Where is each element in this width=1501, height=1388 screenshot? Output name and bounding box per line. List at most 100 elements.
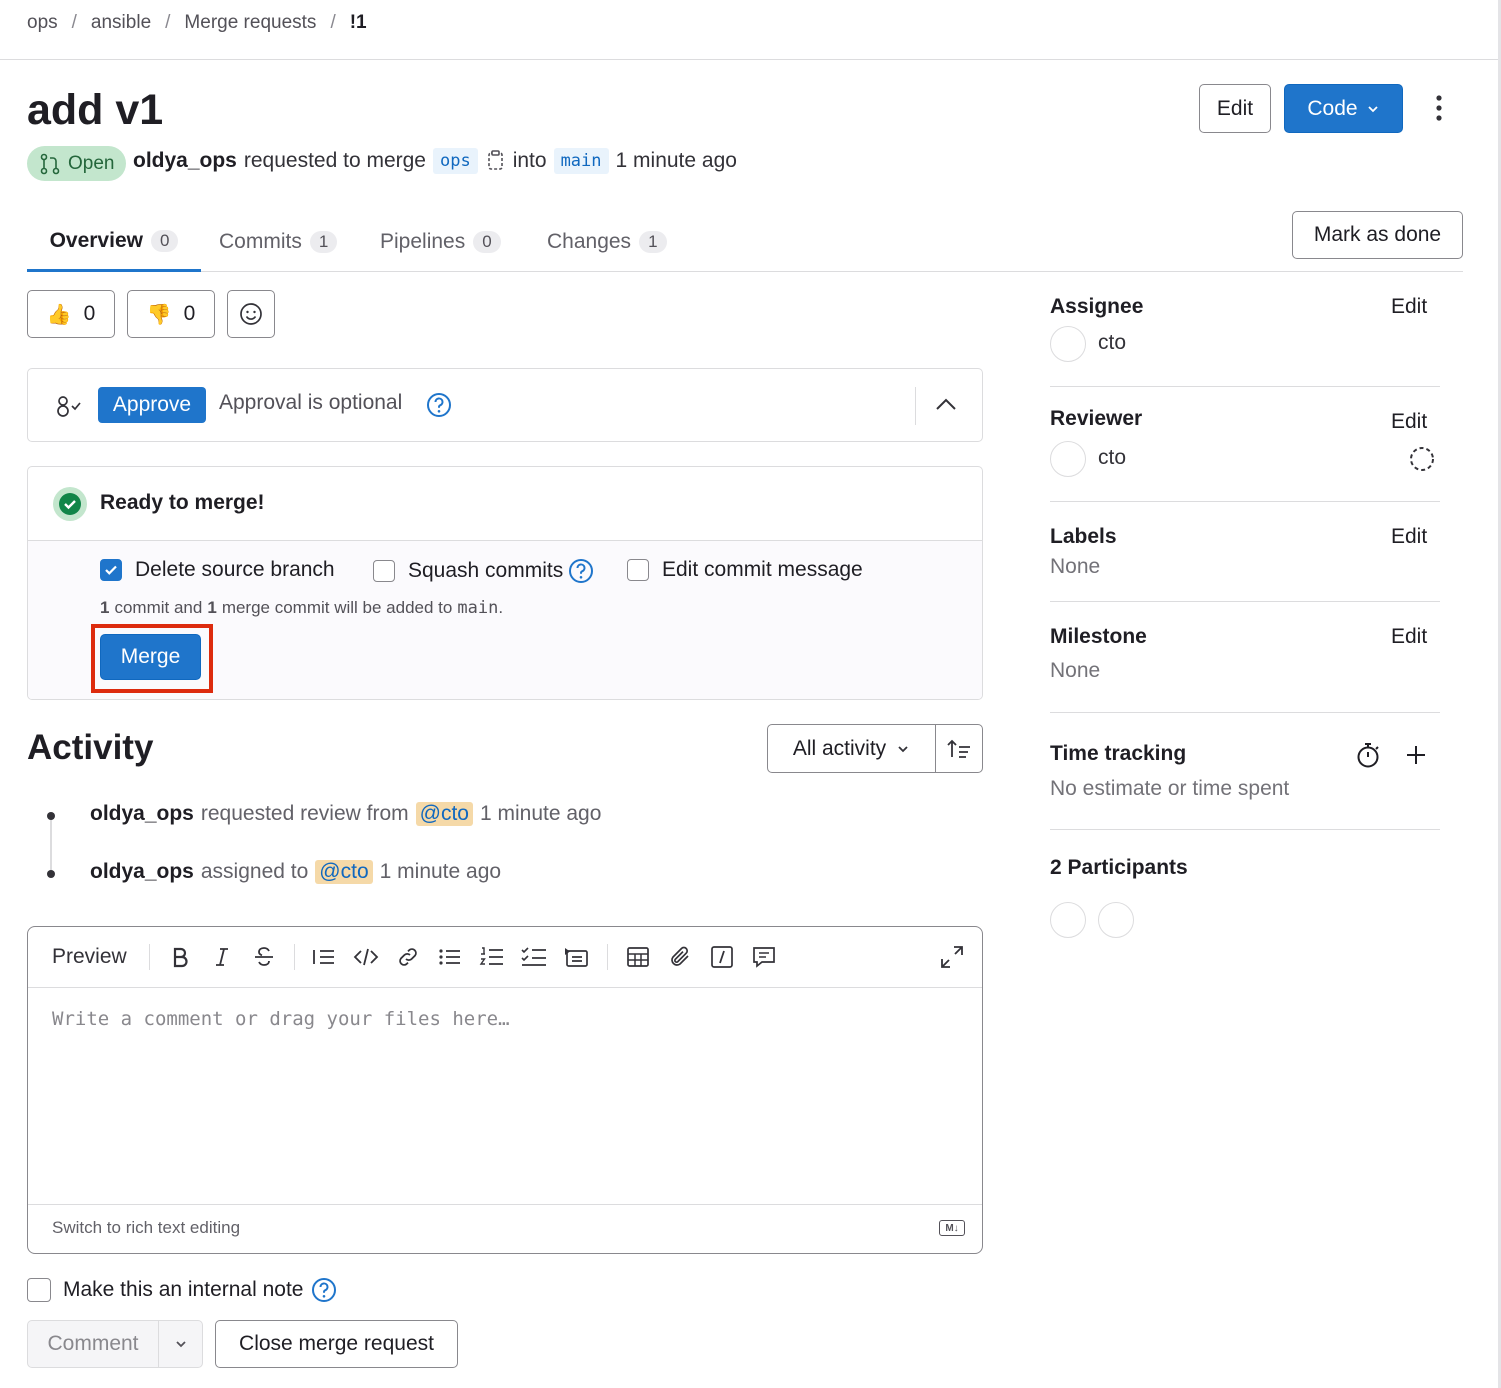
chevron-up-icon[interactable]	[934, 395, 958, 415]
merge-info-part: merge commit will be added to	[221, 598, 453, 617]
switch-rich-text-link[interactable]: Switch to rich text editing	[52, 1218, 240, 1238]
comment-button[interactable]: Comment	[27, 1320, 159, 1368]
comment-textarea[interactable]: Write a comment or drag your files here…	[52, 1008, 510, 1030]
merge-button[interactable]: Merge	[100, 634, 201, 680]
avatar[interactable]	[1050, 441, 1086, 477]
review-pending-icon	[1410, 447, 1434, 471]
sort-icon	[947, 739, 970, 758]
labels-heading: Labels	[1050, 525, 1117, 548]
code-dropdown-button[interactable]: Code	[1284, 84, 1403, 133]
reviewer-edit-link[interactable]: Edit	[1391, 410, 1427, 434]
breadcrumb-current[interactable]: !1	[350, 12, 367, 34]
internal-note-option[interactable]: Make this an internal note	[27, 1277, 337, 1303]
chevron-down-icon	[898, 745, 908, 752]
help-icon[interactable]	[568, 558, 594, 584]
reviewer-name[interactable]: cto	[1098, 446, 1126, 470]
tab-count: 0	[150, 229, 179, 252]
help-icon[interactable]	[426, 392, 452, 418]
requested-text: requested to merge	[243, 149, 426, 172]
thumbs-down-icon: 👎	[146, 303, 172, 326]
add-reaction-button[interactable]	[227, 290, 275, 338]
approve-button[interactable]: Approve	[98, 387, 206, 423]
bullet-list-icon[interactable]	[436, 942, 464, 972]
attach-file-icon[interactable]	[666, 942, 694, 972]
mr-tabs: Overview 0 Commits 1 Pipelines 0 Changes…	[27, 212, 1463, 272]
source-branch[interactable]: ops	[432, 148, 478, 174]
internal-note-checkbox[interactable]	[27, 1278, 51, 1302]
help-icon[interactable]	[311, 1277, 337, 1303]
labels-edit-link[interactable]: Edit	[1391, 525, 1427, 549]
assignee-name[interactable]: cto	[1098, 331, 1126, 355]
edit-commit-message-option[interactable]: Edit commit message	[627, 558, 863, 582]
merge-commit-count: 1	[207, 598, 217, 617]
breadcrumb-ansible[interactable]: ansible	[91, 12, 151, 34]
approval-icon	[57, 396, 81, 417]
chevron-down-icon	[1367, 105, 1378, 112]
suggestion-icon[interactable]	[750, 942, 778, 972]
activity-user[interactable]: oldya_ops	[90, 860, 194, 884]
comment-options-dropdown[interactable]	[158, 1320, 203, 1368]
add-time-icon[interactable]	[1405, 744, 1427, 766]
thumbs-up-icon: 👍	[46, 303, 72, 326]
avatar[interactable]	[1098, 902, 1134, 938]
tab-changes[interactable]: Changes 1	[547, 212, 667, 272]
breadcrumb-ops[interactable]: ops	[27, 12, 58, 34]
merge-info-end: .	[498, 598, 504, 617]
fullscreen-icon[interactable]	[938, 942, 966, 972]
close-merge-request-button[interactable]: Close merge request	[215, 1320, 458, 1368]
preview-toggle[interactable]: Preview	[52, 945, 127, 969]
target-branch[interactable]: main	[553, 148, 609, 174]
strikethrough-icon[interactable]	[250, 942, 278, 972]
tab-pipelines[interactable]: Pipelines 0	[380, 212, 501, 272]
squash-commits-option[interactable]: Squash commits	[373, 558, 594, 584]
timeline-dot	[47, 812, 55, 820]
status-badge: Open	[27, 146, 127, 181]
merge-info-text: 1 commit and 1 merge commit will be adde…	[100, 598, 503, 618]
activity-user[interactable]: oldya_ops	[90, 802, 194, 826]
mark-as-done-button[interactable]: Mark as done	[1292, 211, 1463, 259]
breadcrumb-merge-requests[interactable]: Merge requests	[184, 12, 316, 34]
thumbs-down-button[interactable]: 👎 0	[127, 290, 215, 338]
tab-label: Overview	[49, 228, 143, 252]
copy-branch-icon[interactable]	[485, 149, 507, 173]
numbered-list-icon[interactable]	[478, 942, 506, 972]
avatar[interactable]	[1050, 902, 1086, 938]
task-list-icon[interactable]	[520, 942, 548, 972]
edit-commit-checkbox[interactable]	[627, 559, 649, 581]
table-icon[interactable]	[624, 942, 652, 972]
tab-overview[interactable]: Overview 0	[27, 212, 201, 272]
internal-note-label: Make this an internal note	[63, 1278, 304, 1301]
assignee-edit-link[interactable]: Edit	[1391, 295, 1427, 319]
thumbs-down-count: 0	[183, 302, 196, 325]
mention-link[interactable]: @cto	[415, 802, 473, 826]
thumbs-up-button[interactable]: 👍 0	[27, 290, 115, 338]
bold-icon[interactable]	[166, 942, 194, 972]
sort-order-button[interactable]	[935, 724, 983, 773]
milestone-edit-link[interactable]: Edit	[1391, 625, 1427, 649]
activity-action: assigned to	[200, 860, 309, 883]
squash-checkbox[interactable]	[373, 560, 395, 582]
more-actions-icon[interactable]	[1427, 92, 1451, 126]
toolbar-separator	[149, 944, 150, 970]
tab-commits[interactable]: Commits 1	[219, 212, 338, 272]
activity-item: oldya_ops requested review from @cto 1 m…	[90, 802, 601, 826]
delete-source-checkbox[interactable]	[100, 559, 122, 581]
sidebar-divider	[1050, 601, 1440, 602]
link-icon[interactable]	[394, 942, 422, 972]
stopwatch-icon[interactable]	[1355, 741, 1381, 769]
italic-icon[interactable]	[208, 942, 236, 972]
edit-button[interactable]: Edit	[1199, 84, 1271, 133]
avatar[interactable]	[1050, 326, 1086, 362]
activity-filter-dropdown[interactable]: All activity	[767, 724, 936, 773]
mention-link[interactable]: @cto	[315, 860, 373, 884]
activity-item: oldya_ops assigned to @cto 1 minute ago	[90, 860, 501, 884]
collapsible-section-icon[interactable]	[562, 942, 590, 972]
slash-commands-icon[interactable]	[708, 942, 736, 972]
code-icon[interactable]	[352, 942, 380, 972]
delete-source-branch-option[interactable]: Delete source branch	[100, 558, 335, 582]
toolbar-separator	[607, 944, 608, 970]
sidebar-divider	[1050, 712, 1440, 713]
author-link[interactable]: oldya_ops	[133, 149, 237, 173]
breadcrumb-separator: /	[165, 12, 171, 33]
quote-icon[interactable]	[310, 942, 338, 972]
